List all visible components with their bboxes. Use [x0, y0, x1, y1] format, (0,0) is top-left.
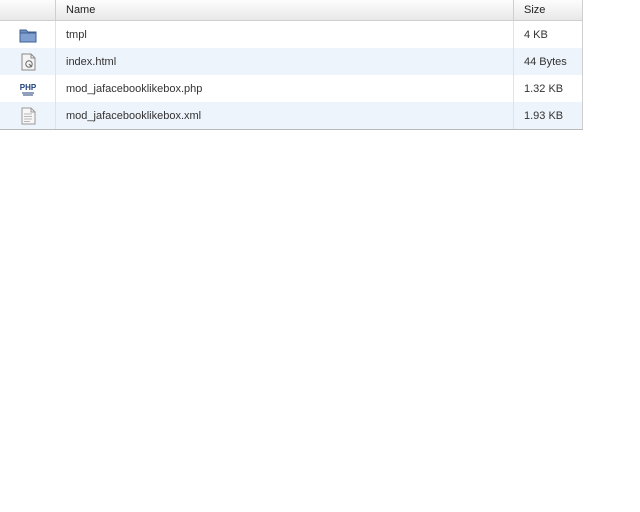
file-name[interactable]: index.html: [56, 48, 514, 75]
table-row[interactable]: index.html 44 Bytes: [0, 48, 583, 75]
file-size: 4 KB: [514, 21, 583, 48]
column-header-size[interactable]: Size: [514, 0, 583, 20]
file-icon-cell: [0, 102, 56, 129]
file-icon-cell: [0, 48, 56, 75]
table-row[interactable]: PHP mod_jafacebooklikebox.php 1.32 KB: [0, 75, 583, 102]
file-size: 1.32 KB: [514, 75, 583, 102]
html-file-icon: [21, 53, 35, 70]
svg-text:PHP: PHP: [19, 83, 36, 92]
file-icon-cell: [0, 21, 56, 48]
document-file-icon: [21, 107, 35, 124]
file-name[interactable]: mod_jafacebooklikebox.php: [56, 75, 514, 102]
file-name[interactable]: mod_jafacebooklikebox.xml: [56, 102, 514, 129]
php-file-icon: PHP: [19, 83, 36, 95]
file-name[interactable]: tmpl: [56, 21, 514, 48]
file-size: 1.93 KB: [514, 102, 583, 129]
table-header: Name Size: [0, 0, 583, 21]
file-list-table: Name Size tmpl 4 KB index.html 44 Bytes: [0, 0, 583, 130]
column-header-name[interactable]: Name: [56, 0, 514, 20]
file-size: 44 Bytes: [514, 48, 583, 75]
table-row[interactable]: mod_jafacebooklikebox.xml 1.93 KB: [0, 102, 583, 129]
folder-icon: [19, 29, 36, 42]
column-header-icon[interactable]: [0, 0, 56, 20]
table-row[interactable]: tmpl 4 KB: [0, 21, 583, 48]
file-icon-cell: PHP: [0, 75, 56, 102]
